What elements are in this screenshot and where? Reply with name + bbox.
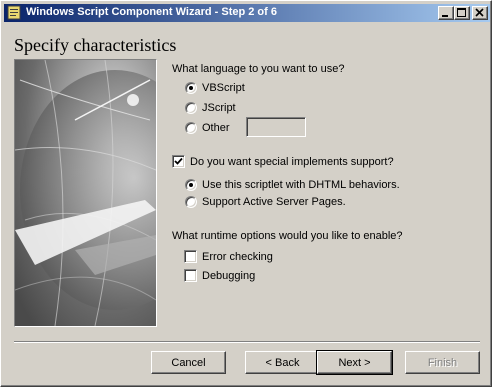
debugging-label[interactable]: Debugging xyxy=(202,270,255,282)
radio-dhtml-behaviors-label[interactable]: Use this scriptlet with DHTML behaviors. xyxy=(202,179,400,191)
maximize-button[interactable] xyxy=(454,6,470,20)
error-checking-label[interactable]: Error checking xyxy=(202,251,273,263)
debugging-checkbox[interactable] xyxy=(184,269,197,282)
wizard-side-image xyxy=(14,59,157,327)
footer-separator xyxy=(14,341,480,343)
cancel-button[interactable]: Cancel xyxy=(151,351,226,374)
window-title: Windows Script Component Wizard - Step 2… xyxy=(26,6,277,18)
page-heading: Specify characteristics xyxy=(14,35,177,55)
error-checking-checkbox[interactable] xyxy=(184,250,197,263)
close-button[interactable] xyxy=(472,6,488,20)
implements-checkbox[interactable] xyxy=(172,155,185,168)
finish-button[interactable]: Finish xyxy=(405,351,480,374)
radio-vbscript[interactable] xyxy=(185,82,197,94)
wizard-window: Windows Script Component Wizard - Step 2… xyxy=(0,0,492,387)
checkmark-icon xyxy=(174,157,183,165)
minimize-button[interactable] xyxy=(438,6,454,20)
title-bar[interactable]: Windows Script Component Wizard - Step 2… xyxy=(4,4,490,22)
minimize-icon xyxy=(442,15,448,17)
other-language-input[interactable] xyxy=(246,117,306,137)
radio-other-label[interactable]: Other xyxy=(202,122,230,134)
close-icon xyxy=(475,8,484,17)
language-question: What language to you want to use? xyxy=(172,63,345,75)
next-button[interactable]: Next > xyxy=(316,350,393,375)
implements-checkbox-label[interactable]: Do you want special implements support? xyxy=(190,156,394,168)
wizard-app-icon xyxy=(7,5,22,20)
radio-dhtml-behaviors[interactable] xyxy=(185,179,197,191)
radio-jscript[interactable] xyxy=(185,102,197,114)
runtime-question: What runtime options would you like to e… xyxy=(172,230,403,242)
radio-jscript-label[interactable]: JScript xyxy=(202,102,236,114)
radio-asp[interactable] xyxy=(185,196,197,208)
radio-vbscript-label[interactable]: VBScript xyxy=(202,82,245,94)
maximize-icon xyxy=(457,8,466,17)
back-button[interactable]: < Back xyxy=(245,351,320,374)
radio-asp-label[interactable]: Support Active Server Pages. xyxy=(202,196,346,208)
radio-other[interactable] xyxy=(185,122,197,134)
